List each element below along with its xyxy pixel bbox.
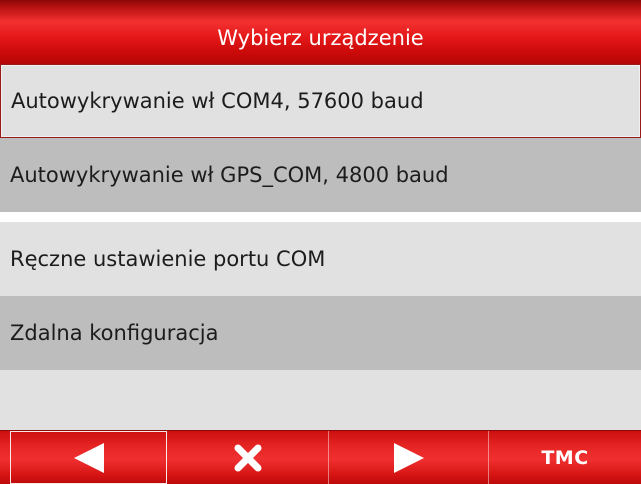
tmc-button[interactable]: TMC bbox=[489, 431, 641, 484]
list-item-manual-com-port[interactable]: Ręczne ustawienie portu COM bbox=[0, 222, 641, 296]
cancel-button[interactable] bbox=[167, 431, 329, 484]
close-icon bbox=[234, 444, 261, 471]
bottom-toolbar: TMC bbox=[0, 430, 641, 484]
list-item-autodetect-gps-com[interactable]: Autowykrywanie wł GPS_COM, 4800 baud bbox=[0, 138, 641, 212]
tmc-label: TMC bbox=[541, 446, 589, 469]
device-selection-screen: Wybierz urządzenie Autowykrywanie wł COM… bbox=[0, 0, 641, 484]
list-item-label: Autowykrywanie wł GPS_COM, 4800 baud bbox=[10, 163, 449, 187]
left-arrow-icon bbox=[73, 442, 104, 473]
next-button[interactable] bbox=[329, 431, 489, 484]
list-item-autodetect-com4[interactable]: Autowykrywanie wł COM4, 57600 baud bbox=[0, 64, 641, 138]
device-list: Autowykrywanie wł COM4, 57600 baud Autow… bbox=[0, 64, 641, 430]
list-item-label: Zdalna konfiguracja bbox=[10, 321, 219, 345]
list-item-label: Autowykrywanie wł COM4, 57600 baud bbox=[11, 89, 424, 113]
back-button[interactable] bbox=[10, 431, 167, 484]
right-arrow-icon bbox=[393, 442, 424, 473]
list-empty-area bbox=[0, 370, 641, 430]
page-title: Wybierz urządzenie bbox=[217, 26, 424, 50]
list-item-remote-config[interactable]: Zdalna konfiguracja bbox=[0, 296, 641, 370]
header-stripe bbox=[0, 0, 641, 20]
list-item-label: Ręczne ustawienie portu COM bbox=[10, 247, 326, 271]
header-bar: Wybierz urządzenie bbox=[0, 0, 641, 64]
